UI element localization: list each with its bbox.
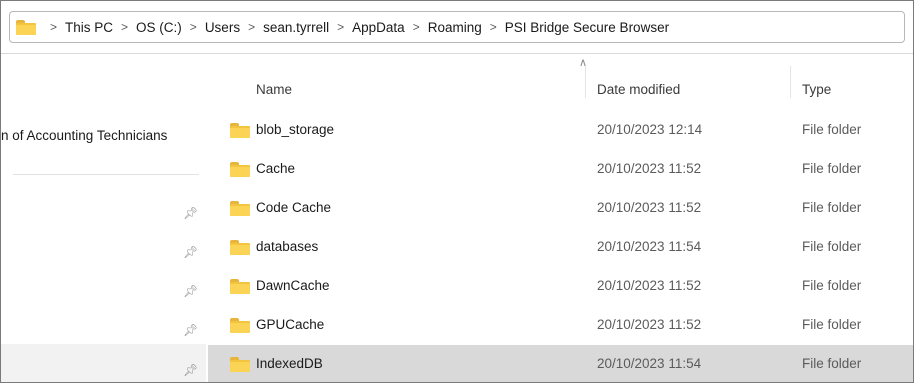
file-type: File folder — [802, 278, 862, 293]
file-type: File folder — [802, 356, 862, 371]
breadcrumb-current-folder[interactable]: PSI Bridge Secure Browser — [505, 20, 669, 35]
column-header-type[interactable]: Type — [802, 82, 831, 97]
file-date: 20/10/2023 11:54 — [597, 356, 702, 371]
address-path-box[interactable]: > This PC > OS (C:) > Users > sean.tyrre… — [9, 11, 905, 43]
column-header-name[interactable]: Name — [256, 82, 292, 97]
file-type: File folder — [802, 239, 862, 254]
table-row[interactable]: Code Cache 20/10/2023 11:52 File folder — [208, 189, 913, 227]
folder-icon — [16, 19, 36, 35]
file-name: blob_storage — [256, 122, 335, 137]
folder-icon — [230, 162, 250, 177]
file-list: ∧ Name Date modified Type blob_storage 2… — [208, 54, 913, 382]
column-divider[interactable] — [790, 66, 791, 98]
breadcrumb-os-c[interactable]: OS (C:) — [136, 20, 182, 35]
file-explorer-window: > This PC > OS (C:) > Users > sean.tyrre… — [0, 0, 914, 383]
file-date: 20/10/2023 11:54 — [597, 239, 702, 254]
file-type: File folder — [802, 200, 862, 215]
chevron-right-icon[interactable]: > — [240, 20, 263, 34]
breadcrumb-this-pc[interactable]: This PC — [65, 20, 113, 35]
pin-icon[interactable]: 📌︎ — [183, 285, 198, 297]
file-date: 20/10/2023 11:52 — [597, 200, 702, 215]
address-bar: > This PC > OS (C:) > Users > sean.tyrre… — [1, 1, 913, 54]
folder-icon — [230, 123, 250, 138]
table-row[interactable]: databases 20/10/2023 11:54 File folder — [208, 228, 913, 266]
navigation-pane: n of Accounting Technicians 📌︎ 📌︎ 📌︎ 📌︎ … — [1, 54, 208, 382]
folder-icon — [230, 318, 250, 333]
breadcrumb-appdata[interactable]: AppData — [352, 20, 405, 35]
file-name: IndexedDB — [256, 356, 323, 371]
file-name: GPUCache — [256, 317, 325, 332]
file-name: DawnCache — [256, 278, 330, 293]
chevron-right-icon[interactable]: > — [42, 20, 65, 34]
file-type: File folder — [802, 317, 862, 332]
breadcrumb-user[interactable]: sean.tyrrell — [263, 20, 329, 35]
nav-divider — [13, 174, 199, 175]
folder-icon — [230, 279, 250, 294]
chevron-right-icon[interactable]: > — [329, 20, 352, 34]
pin-icon[interactable]: 📌︎ — [183, 364, 198, 376]
file-date: 20/10/2023 11:52 — [597, 317, 702, 332]
file-type: File folder — [802, 161, 862, 176]
chevron-right-icon[interactable]: > — [482, 20, 505, 34]
pin-icon[interactable]: 📌︎ — [183, 207, 198, 219]
column-header-date[interactable]: Date modified — [597, 82, 680, 97]
folder-icon — [230, 201, 250, 216]
file-date: 20/10/2023 12:14 — [597, 122, 703, 137]
chevron-right-icon[interactable]: > — [113, 20, 136, 34]
folder-icon — [230, 357, 250, 372]
table-row-selected[interactable]: IndexedDB 20/10/2023 11:54 File folder — [208, 345, 913, 382]
nav-item-selected[interactable] — [1, 344, 206, 382]
pin-icon[interactable]: 📌︎ — [183, 246, 198, 258]
table-row[interactable]: GPUCache 20/10/2023 11:52 File folder — [208, 306, 913, 344]
file-name: databases — [256, 239, 319, 254]
breadcrumb-roaming[interactable]: Roaming — [428, 20, 482, 35]
table-row[interactable]: blob_storage 20/10/2023 12:14 File folde… — [208, 111, 913, 149]
file-type: File folder — [802, 122, 862, 137]
table-row[interactable]: Cache 20/10/2023 11:52 File folder — [208, 150, 913, 188]
breadcrumb-users[interactable]: Users — [205, 20, 240, 35]
folder-icon — [230, 240, 250, 255]
nav-item-organisation[interactable]: n of Accounting Technicians — [1, 128, 206, 148]
file-date: 20/10/2023 11:52 — [597, 278, 702, 293]
breadcrumb: > This PC > OS (C:) > Users > sean.tyrre… — [42, 20, 669, 35]
file-name: Cache — [256, 161, 296, 176]
chevron-right-icon[interactable]: > — [182, 20, 205, 34]
pin-icon[interactable]: 📌︎ — [183, 324, 198, 336]
table-row[interactable]: DawnCache 20/10/2023 11:52 File folder — [208, 267, 913, 305]
chevron-right-icon[interactable]: > — [405, 20, 428, 34]
column-divider[interactable] — [585, 66, 586, 98]
file-name: Code Cache — [256, 200, 332, 215]
file-date: 20/10/2023 11:52 — [597, 161, 702, 176]
column-header-row: ∧ Name Date modified Type — [208, 54, 913, 98]
